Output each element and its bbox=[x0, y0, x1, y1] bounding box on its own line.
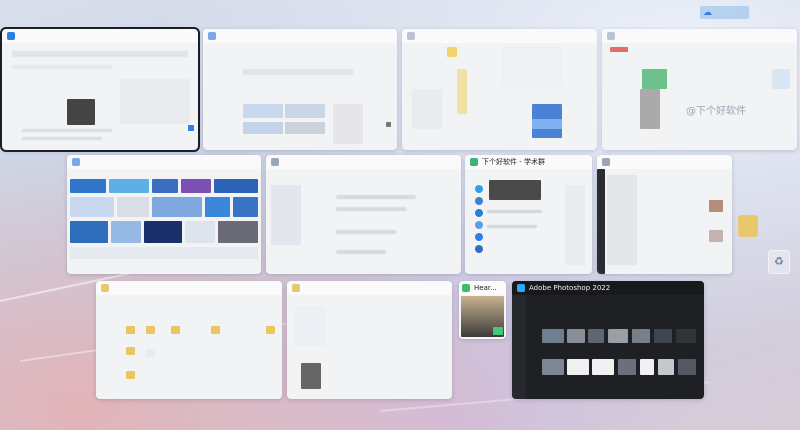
window-titlebar bbox=[67, 155, 261, 169]
doc-icon bbox=[208, 32, 216, 40]
window-title: Hear... bbox=[474, 284, 497, 292]
cloud-icon: ☁ bbox=[703, 7, 712, 18]
chat-icon bbox=[470, 158, 478, 166]
window-title: Adobe Photoshop 2022 bbox=[529, 284, 611, 292]
cloud-sync-chip[interactable]: ☁ bbox=[700, 6, 749, 19]
window-thumb-editor[interactable] bbox=[266, 155, 461, 274]
doc-icon bbox=[72, 158, 80, 166]
folder-icon bbox=[292, 284, 300, 292]
window-titlebar bbox=[602, 29, 797, 43]
window-titlebar bbox=[96, 281, 282, 295]
desktop-folder-icon[interactable] bbox=[738, 215, 758, 237]
recycle-bin-icon[interactable]: ♻ bbox=[768, 250, 790, 274]
watermark-text: @下个好软件 bbox=[686, 106, 746, 117]
window-titlebar bbox=[203, 29, 397, 43]
window-thumb-edge[interactable] bbox=[0, 27, 200, 152]
doc-icon bbox=[602, 158, 610, 166]
window-title: 下个好软件 - 学术群 bbox=[482, 158, 545, 166]
window-thumb-explorer[interactable] bbox=[96, 281, 282, 399]
doc-icon bbox=[607, 32, 615, 40]
window-titlebar bbox=[402, 29, 597, 43]
window-titlebar bbox=[597, 155, 732, 169]
doc-icon bbox=[407, 32, 415, 40]
window-thumb-music[interactable]: Hear... bbox=[459, 281, 506, 339]
window-titlebar: Hear... bbox=[459, 281, 506, 295]
window-thumb-explorer-2[interactable] bbox=[287, 281, 452, 399]
window-thumb-doc[interactable] bbox=[203, 29, 397, 150]
window-titlebar: Adobe Photoshop 2022 bbox=[512, 281, 704, 295]
window-thumb-chat[interactable] bbox=[597, 155, 732, 274]
window-thumb-site[interactable]: @下个好软件 bbox=[602, 29, 797, 150]
window-titlebar bbox=[287, 281, 452, 295]
music-icon bbox=[462, 284, 470, 292]
doc-icon bbox=[271, 158, 279, 166]
window-thumb-gallery[interactable] bbox=[67, 155, 261, 274]
edge-icon bbox=[7, 32, 15, 40]
folder-icon bbox=[101, 284, 109, 292]
window-thumb-photoshop[interactable]: Adobe Photoshop 2022 bbox=[512, 281, 704, 399]
photoshop-icon bbox=[517, 284, 525, 292]
window-titlebar bbox=[2, 29, 198, 43]
window-titlebar: 下个好软件 - 学术群 bbox=[465, 155, 592, 169]
window-titlebar bbox=[266, 155, 461, 169]
window-thumb-sheet[interactable] bbox=[402, 29, 597, 150]
window-thumb-bilibili[interactable]: 下个好软件 - 学术群 bbox=[465, 155, 592, 274]
